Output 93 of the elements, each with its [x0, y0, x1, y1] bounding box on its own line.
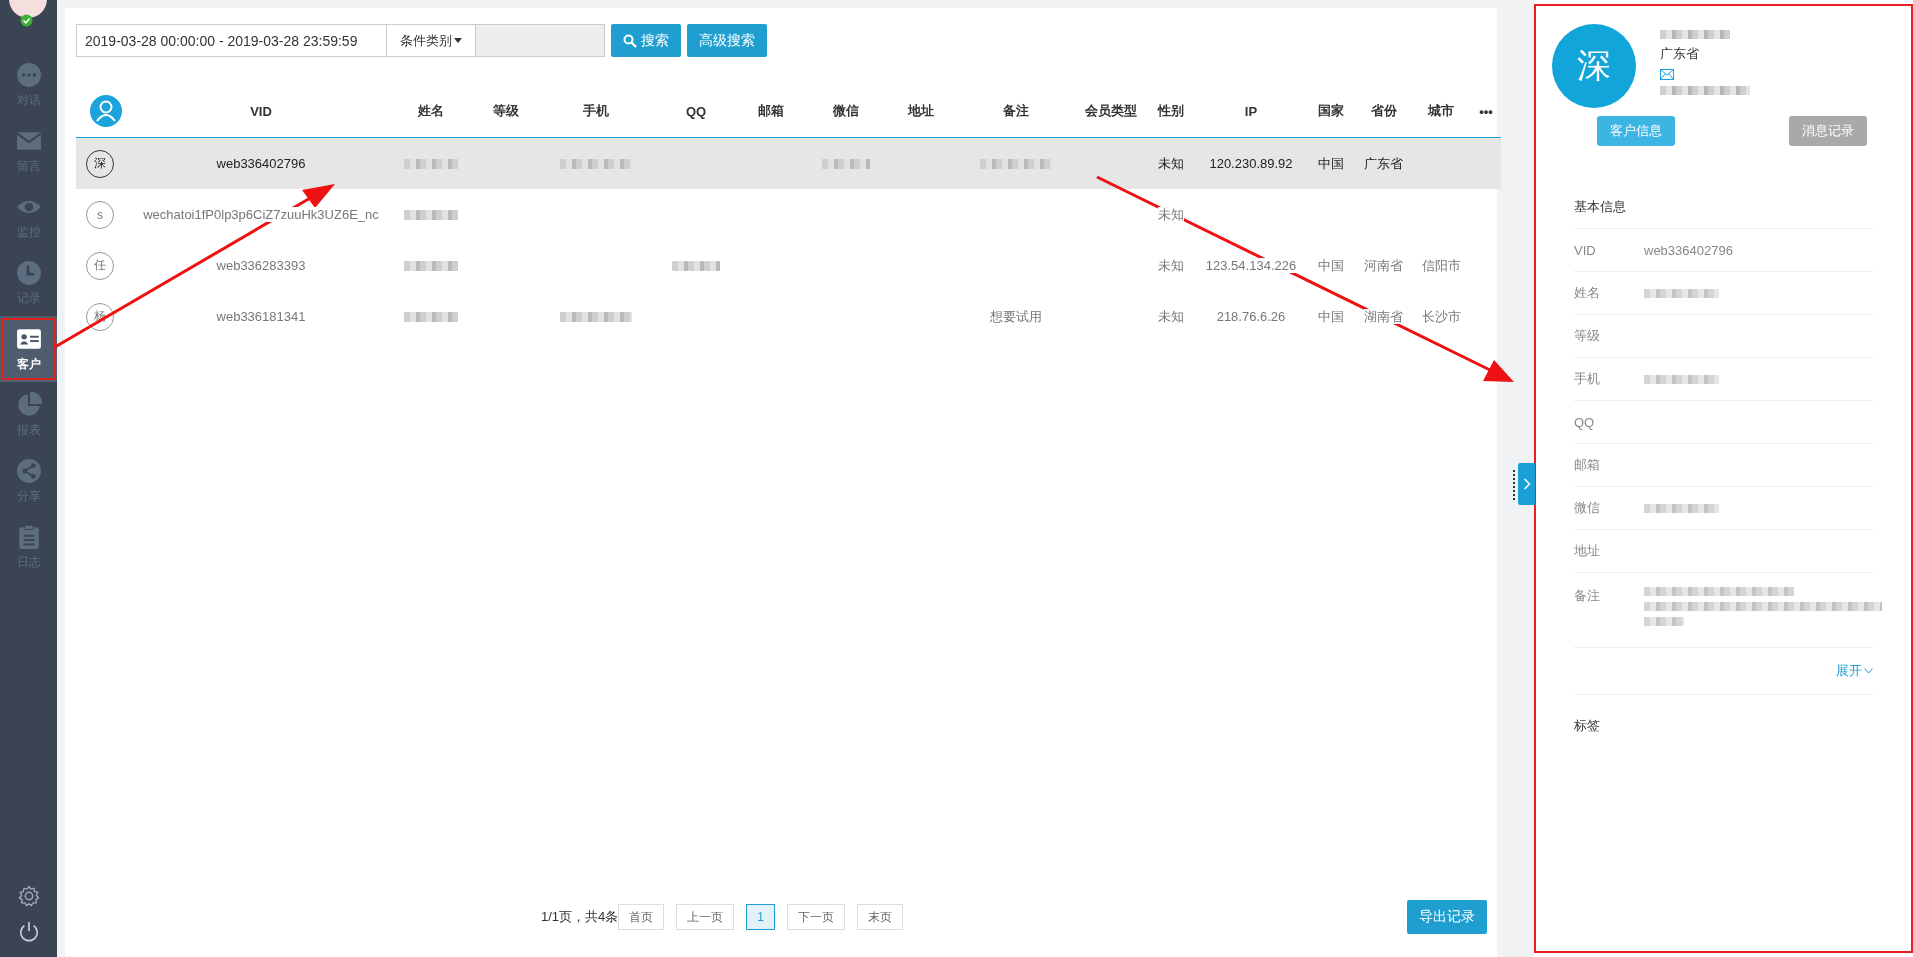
expand-link[interactable]: 展开 [1836, 662, 1873, 680]
table-row[interactable]: 任 web336283393 未知 123.54.134.226 中国 河南省 信阳市 [76, 240, 1501, 291]
field-label: 微信 [1574, 499, 1601, 517]
table-cell: 广东省 [1364, 155, 1403, 171]
table-cell: 湖南省 [1364, 308, 1403, 324]
column-header: 会员类型 [1085, 103, 1137, 118]
column-header: 等级 [493, 103, 519, 118]
sidebar-item[interactable]: 客户 [0, 316, 57, 382]
page-button[interactable]: 1 [746, 904, 775, 930]
blurred-text [404, 260, 458, 271]
caret-icon [454, 38, 462, 43]
field-label: 地址 [1574, 542, 1601, 560]
field-label: 姓名 [1574, 284, 1601, 302]
table-cell: 想要试用 [990, 308, 1042, 324]
table-row[interactable]: s wechatoi1fP0lp3p6CiZ7zuuHk3UZ6E_nc 未知 [76, 189, 1501, 240]
blurred-text [980, 158, 1052, 169]
blurred-text [404, 209, 458, 220]
column-header: 性别 [1158, 103, 1184, 118]
column-header: IP [1244, 103, 1258, 119]
field-label: VID [1574, 242, 1597, 258]
table-cell: 中国 [1318, 155, 1344, 171]
blurred-text [560, 158, 632, 169]
customer-avatar: 深 [1552, 24, 1636, 108]
chevron-down-icon [1864, 668, 1873, 674]
column-header: 地址 [908, 103, 934, 118]
table-cell: 信阳市 [1421, 257, 1461, 273]
advanced-search-button[interactable]: 高级搜索 [687, 24, 767, 57]
field-label: 等级 [1574, 327, 1601, 345]
table-cell: web336181341 [216, 309, 306, 324]
blurred-text [404, 158, 458, 169]
power-icon[interactable] [17, 921, 40, 943]
table-row[interactable]: 深 web336402796 未知 120.230.89.92 中国 广东省 [76, 138, 1501, 189]
pie-chart-icon [15, 391, 42, 418]
page-button[interactable]: 末页 [857, 904, 903, 930]
chat-icon [15, 61, 42, 88]
field-label: 手机 [1574, 370, 1601, 388]
blurred-text [672, 260, 720, 271]
settings-icon[interactable] [17, 885, 40, 907]
blurred-text [560, 311, 632, 322]
table-cell: wechatoi1fP0lp3p6CiZ7zuuHk3UZ6E_nc [143, 207, 379, 222]
table-cell: 中国 [1318, 257, 1344, 273]
column-header: QQ [685, 103, 707, 119]
mail-icon [1660, 69, 1674, 80]
column-header: 姓名 [418, 103, 444, 118]
customer-province: 广东省 [1660, 45, 1700, 63]
table-cell: 123.54.134.226 [1205, 258, 1297, 273]
table-cell: 未知 [1158, 206, 1184, 222]
blurred-text [1660, 30, 1730, 39]
column-header: VID [250, 103, 272, 119]
page-button[interactable]: 首页 [618, 904, 665, 930]
table-cell: 河南省 [1364, 257, 1403, 273]
table-cell: 218.76.6.26 [1216, 309, 1286, 324]
search-icon [623, 33, 637, 48]
date-range-field[interactable]: 2019-03-28 00:00:00 - 2019-03-28 23:59:59 [76, 24, 387, 57]
table-cell: 中国 [1318, 308, 1344, 324]
column-header: 微信 [833, 103, 859, 118]
field-label: QQ [1574, 414, 1596, 430]
panel-tab[interactable]: 消息记录 [1789, 116, 1867, 146]
blurred-text [404, 311, 458, 322]
table-cell: 未知 [1158, 257, 1184, 273]
share-icon [15, 457, 42, 484]
table-cell: web336283393 [216, 258, 306, 273]
table-cell: web336402796 [216, 156, 306, 171]
search-button[interactable]: 搜索 [611, 24, 681, 57]
category-dropdown[interactable]: 条件类别 [387, 24, 476, 57]
table-cell: 未知 [1158, 308, 1184, 324]
search-field[interactable] [476, 24, 605, 57]
page-summary: 1/1页，共4条 [541, 908, 619, 926]
page-button[interactable]: 上一页 [676, 904, 735, 930]
field-label: 邮箱 [1574, 456, 1601, 474]
panel-tab[interactable]: 客户信息 [1597, 116, 1675, 146]
clock-icon [15, 259, 42, 286]
blurred-text [822, 158, 870, 169]
export-button[interactable]: 导出记录 [1407, 900, 1487, 934]
table-cell: 120.230.89.92 [1209, 156, 1293, 171]
table-cell: 未知 [1158, 155, 1184, 171]
field-value: web336402796 [1644, 242, 1733, 258]
chevron-right-icon [1522, 478, 1531, 490]
page-button[interactable]: 下一页 [787, 904, 845, 930]
field-label: 备注 [1574, 587, 1601, 605]
collapse-toggle[interactable] [1518, 463, 1535, 505]
online-check-icon [20, 14, 33, 27]
column-header: 备注 [1003, 103, 1029, 118]
column-header: 国家 [1318, 103, 1344, 118]
section-title: 标签 [1574, 718, 1600, 733]
more-columns-button[interactable]: ••• [1479, 103, 1493, 119]
column-header: 手机 [583, 103, 609, 118]
user-icon [90, 95, 122, 127]
column-header: 城市 [1428, 103, 1454, 118]
column-header: 邮箱 [758, 103, 784, 118]
table-cell: 长沙市 [1421, 308, 1461, 324]
column-header: 省份 [1370, 103, 1397, 118]
section-title: 基本信息 [1574, 198, 1626, 216]
